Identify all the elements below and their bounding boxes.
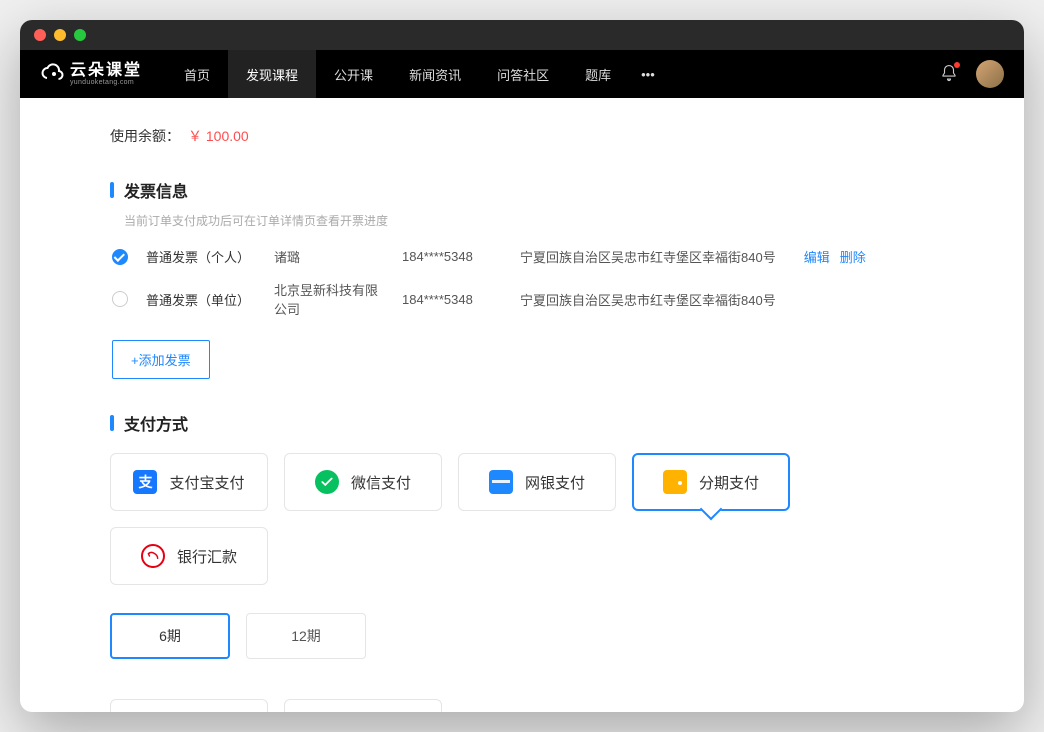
- invoice-row-personal[interactable]: 普通发票（个人） 诸璐 184****5348 宁夏回族自治区吴忠市红寺堡区幸福…: [112, 247, 934, 266]
- transfer-alipay[interactable]: 支付宝个人转账: [110, 699, 268, 712]
- add-invoice-button[interactable]: +添加发票: [112, 340, 210, 379]
- pay-method-label: 微信支付: [351, 472, 411, 493]
- pay-method-label: 银行汇款: [177, 546, 237, 567]
- notification-dot: [954, 62, 960, 68]
- invoice-name: 诸璐: [274, 247, 384, 266]
- nav-question-bank[interactable]: 题库: [567, 50, 629, 98]
- invoice-radio-company[interactable]: [112, 291, 128, 307]
- maximize-window-button[interactable]: [74, 29, 86, 41]
- installment-6[interactable]: 6期: [110, 613, 230, 659]
- invoice-section-title: 发票信息: [110, 178, 934, 202]
- bank-card-icon: [489, 470, 513, 494]
- cloud-icon: [40, 62, 64, 86]
- app-window: 云朵课堂 yunduoketang.com 首页 发现课程 公开课 新闻资讯 问…: [20, 20, 1024, 712]
- invoice-name: 北京昱新科技有限公司: [274, 280, 384, 318]
- wallet-icon: [663, 470, 687, 494]
- nav-home[interactable]: 首页: [166, 50, 228, 98]
- nav-news[interactable]: 新闻资讯: [391, 50, 479, 98]
- pay-method-label: 分期支付: [699, 472, 759, 493]
- invoice-type: 普通发票（单位）: [146, 290, 256, 309]
- invoice-hint: 当前订单支付成功后可在订单详情页查看开票进度: [124, 212, 934, 229]
- navbar: 云朵课堂 yunduoketang.com 首页 发现课程 公开课 新闻资讯 问…: [20, 50, 1024, 98]
- pay-method-label: 支付宝支付: [169, 472, 244, 493]
- pay-method-bank[interactable]: 网银支付: [458, 453, 616, 511]
- invoice-address: 宁夏回族自治区吴忠市红寺堡区幸福街840号: [520, 247, 776, 266]
- nav-qa-community[interactable]: 问答社区: [479, 50, 567, 98]
- page-content: 使用余额： ￥ 100.00 发票信息 当前订单支付成功后可在订单详情页查看开票…: [20, 98, 1024, 712]
- close-window-button[interactable]: [34, 29, 46, 41]
- brand-domain: yunduoketang.com: [70, 79, 142, 86]
- invoice-phone: 184****5348: [402, 249, 502, 264]
- invoice-row-company[interactable]: 普通发票（单位） 北京昱新科技有限公司 184****5348 宁夏回族自治区吴…: [112, 280, 934, 318]
- payment-section-title: 支付方式: [110, 411, 934, 435]
- invoice-radio-personal[interactable]: [112, 249, 128, 265]
- nav-discover-courses[interactable]: 发现课程: [228, 50, 316, 98]
- user-avatar[interactable]: [976, 60, 1004, 88]
- titlebar: [20, 20, 1024, 50]
- transfer-wechat[interactable]: 微信个人转账: [284, 699, 442, 712]
- pay-method-alipay[interactable]: 支 支付宝支付: [110, 453, 268, 511]
- invoice-address: 宁夏回族自治区吴忠市红寺堡区幸福街840号: [520, 290, 776, 309]
- invoice-type: 普通发票（个人）: [146, 247, 256, 266]
- invoice-delete-link[interactable]: 删除: [840, 247, 866, 266]
- installment-12[interactable]: 12期: [246, 613, 366, 659]
- notifications-button[interactable]: [940, 64, 958, 85]
- alipay-icon: 支: [133, 470, 157, 494]
- payment-methods: 支 支付宝支付 微信支付 网银支付 分期支付: [110, 453, 934, 585]
- invoice-phone: 184****5348: [402, 292, 502, 307]
- section-bar: [110, 182, 114, 198]
- balance-row: 使用余额： ￥ 100.00: [110, 126, 934, 178]
- section-bar: [110, 415, 114, 431]
- invoice-edit-link[interactable]: 编辑: [804, 247, 830, 266]
- nav-items: 首页 发现课程 公开课 新闻资讯 问答社区 题库 •••: [166, 50, 667, 98]
- payment-title-text: 支付方式: [124, 411, 188, 435]
- pay-method-installment[interactable]: 分期支付: [632, 453, 790, 511]
- balance-label: 使用余额：: [110, 126, 180, 146]
- minimize-window-button[interactable]: [54, 29, 66, 41]
- wechat-icon: [315, 470, 339, 494]
- pay-method-remittance[interactable]: 银行汇款: [110, 527, 268, 585]
- brand-name: 云朵课堂: [70, 63, 142, 79]
- balance-amount: ￥ 100.00: [188, 126, 249, 146]
- installment-options: 6期 12期: [110, 613, 934, 659]
- invoice-title-text: 发票信息: [124, 178, 188, 202]
- nav-more-icon[interactable]: •••: [629, 50, 667, 98]
- bank-remit-icon: [141, 544, 165, 568]
- nav-open-classes[interactable]: 公开课: [316, 50, 391, 98]
- pay-method-wechat[interactable]: 微信支付: [284, 453, 442, 511]
- transfer-options: 支付宝个人转账 微信个人转账: [110, 699, 934, 712]
- pay-method-label: 网银支付: [525, 472, 585, 493]
- brand-logo: 云朵课堂 yunduoketang.com: [40, 62, 142, 86]
